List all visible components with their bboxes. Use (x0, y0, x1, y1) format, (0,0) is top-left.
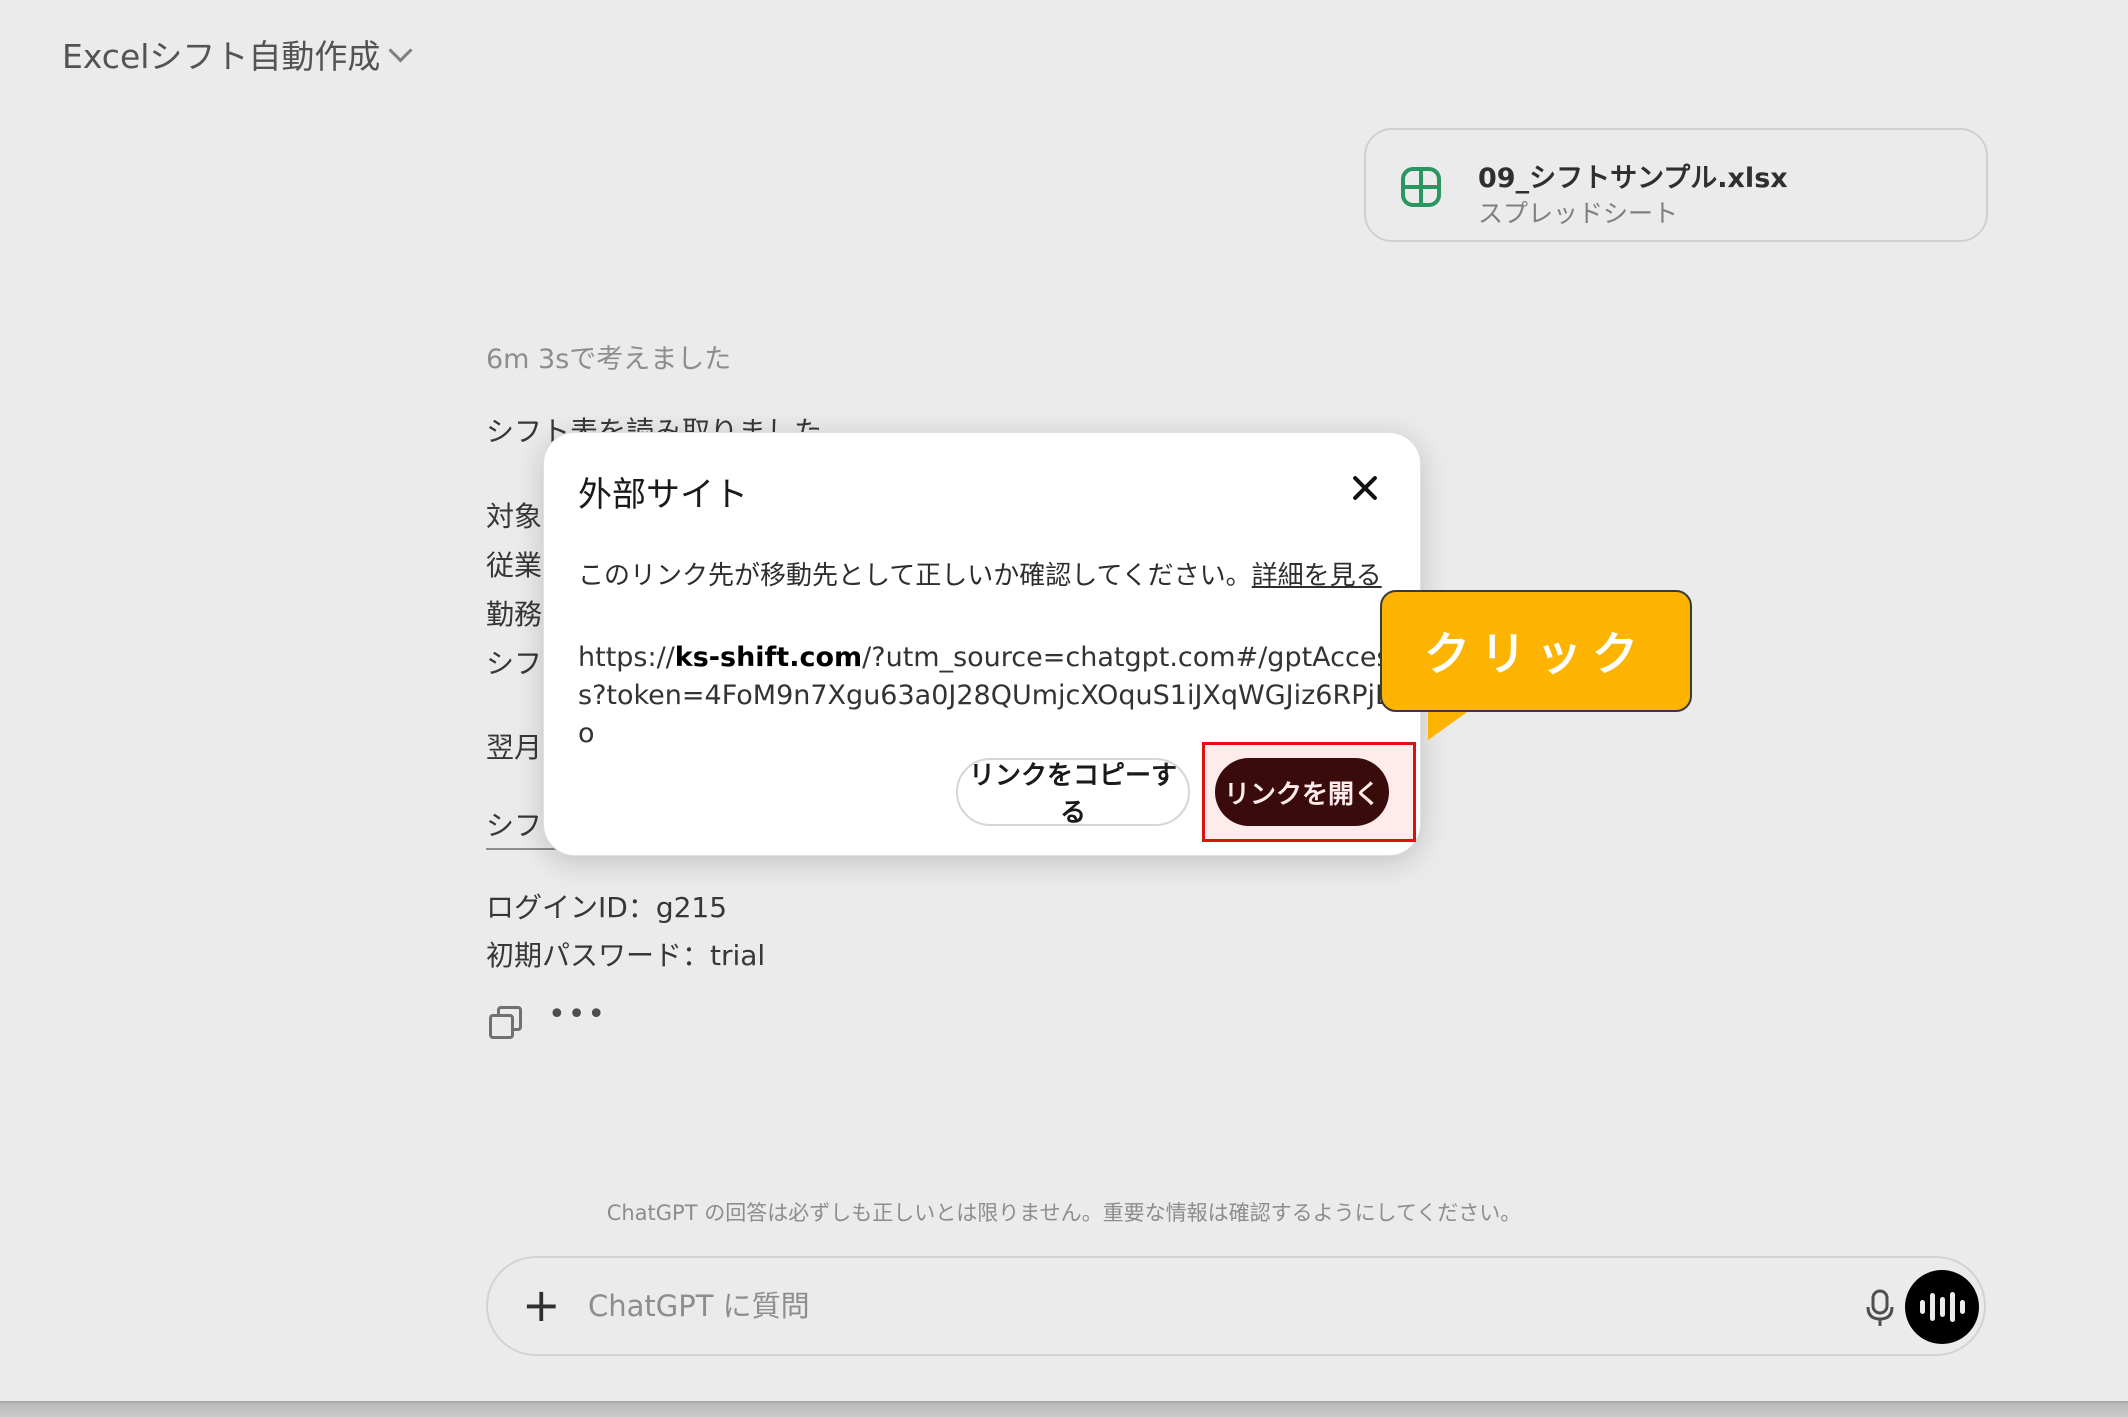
click-callout: クリック (1380, 590, 1692, 712)
click-highlight-box (1202, 742, 1416, 842)
link-url: https://ks-shift.com/?utm_source=chatgpt… (578, 639, 1398, 753)
copy-link-button[interactable]: リンクをコピーする (956, 758, 1190, 828)
url-prefix: https:// (578, 642, 675, 673)
details-link[interactable]: 詳細を見る (1252, 561, 1382, 591)
dialog-title: 外部サイト (578, 475, 748, 515)
dialog-description: このリンク先が移動先として正しいか確認してください。詳細を見る (578, 555, 1382, 592)
dialog-description-text: このリンク先が移動先として正しいか確認してください。 (578, 561, 1252, 591)
app-root: Excelシフト自動作成 09_シフトサンプル.xlsx スプレッドシート 6m… (0, 0, 2128, 1417)
close-icon[interactable] (1350, 473, 1380, 503)
url-domain: ks-shift.com (674, 642, 863, 673)
